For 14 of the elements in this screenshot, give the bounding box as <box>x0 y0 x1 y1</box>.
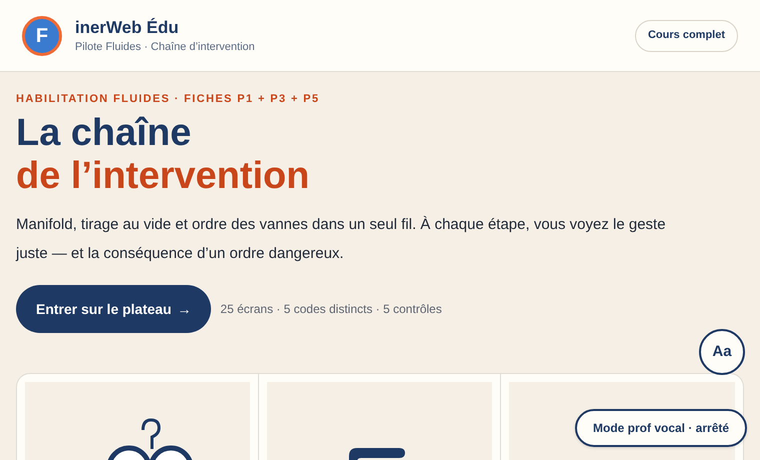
hero-title: La chaîne <box>16 112 192 155</box>
stats-text: 25 écrans · 5 codes distincts · 5 contrôles <box>220 301 442 318</box>
full-course-button[interactable]: Cours complet <box>634 20 738 52</box>
hero-description: Manifold, tirage au vide et ordre des vannes dans un seul fil. À chaque étape, vous voyez le geste juste — et la conséquence d’un ordre dangereux. <box>16 215 667 264</box>
handle-drawing <box>349 448 405 460</box>
logo-icon: F <box>22 16 62 56</box>
arrow-icon: → <box>177 298 192 320</box>
eyebrow-label: HABILITATION FLUIDES · FICHES P1 + P3 + P5 <box>16 92 320 106</box>
voice-mode-button[interactable]: Mode prof vocal · arrêté <box>575 409 748 447</box>
font-size-button[interactable]: Aa <box>699 329 745 375</box>
app-title: inerWeb Édu <box>75 16 180 38</box>
enter-button[interactable]: Entrer sur le plateau → <box>16 285 212 333</box>
hero-title: de l’intervention <box>16 155 310 198</box>
app-subtitle: Pilote Fluides · Chaîne d’intervention <box>75 40 255 54</box>
